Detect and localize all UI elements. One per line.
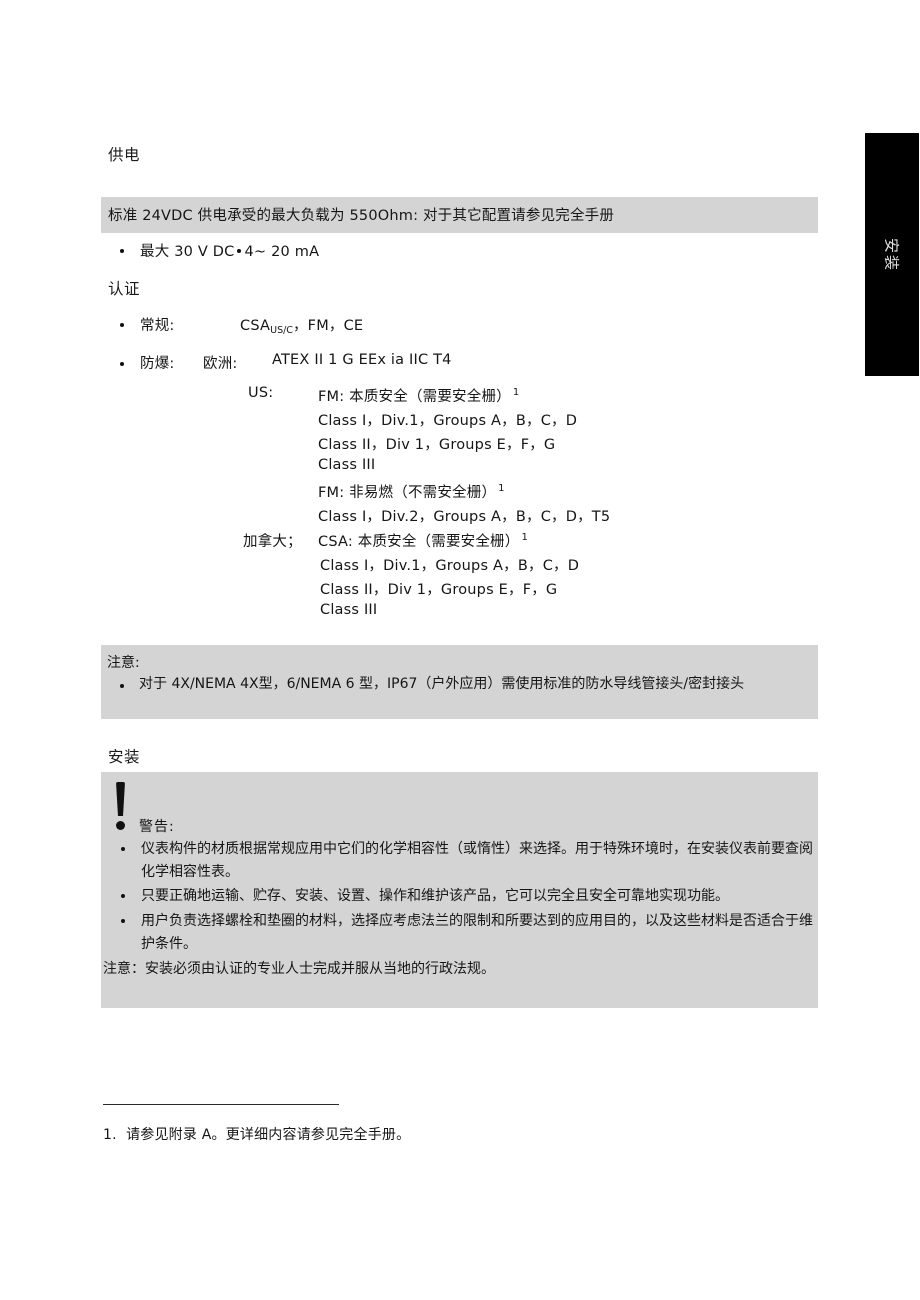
footnote-marker: 1 xyxy=(512,387,520,398)
cert-us-line-1: Class I，Div.1，Groups A，B，C，D xyxy=(318,413,578,429)
power-bullet-a: 最大 30 V DC xyxy=(140,244,235,260)
cert-canada-line-2: Class III xyxy=(320,602,378,618)
document-page: 安装 供电 标准 24VDC 供电承受的最大负载为 550Ohm: 对于其它配置… xyxy=(0,0,920,1300)
cert-canada-head-text: CSA: 本质安全（需要安全栅） xyxy=(318,534,520,550)
cert-europe-value: ATEX II 1 G EEx ia IIC T4 xyxy=(272,352,452,368)
side-tab: 安装 xyxy=(865,133,919,376)
cert-general-suffix: ，FM，CE xyxy=(292,318,364,334)
warning-item: 用户负责选择螺栓和垫圈的材料，选择应考虑法兰的限制和所要达到的应用目的，以及这些… xyxy=(117,910,817,956)
warning-title: 警告: xyxy=(139,819,175,835)
power-spec-band: 标准 24VDC 供电承受的最大负载为 550Ohm: 对于其它配置请参见完全手… xyxy=(101,197,818,233)
cert-us-line-0: FM: 本质安全（需要安全栅） 1 xyxy=(318,385,520,406)
cert-ex-label: 防爆: xyxy=(140,356,175,372)
footnote-rule xyxy=(103,1104,339,1105)
cert-us-line-0-text: FM: 本质安全（需要安全栅） xyxy=(318,389,511,405)
warning-list: 仪表构件的材质根据常规应用中它们的化学相容性（或惰性）来选择。用于特殊环境时，在… xyxy=(117,838,817,957)
cert-us-line-4-text: FM: 非易燃（不需安全栅） xyxy=(318,485,497,501)
cert-us-line-5: Class I，Div.2，Groups A，B，C，D，T5 xyxy=(318,509,611,525)
bullet-cert-general xyxy=(120,323,124,327)
section-heading-power: 供电 xyxy=(108,146,141,164)
cert-canada-head: CSA: 本质安全（需要安全栅） 1 xyxy=(318,530,529,551)
side-tab-label: 安装 xyxy=(882,237,901,272)
footnote-marker: 1 xyxy=(521,532,529,543)
cert-us-line-3: Class III xyxy=(318,457,376,473)
cert-canada-line-0: Class I，Div.1，Groups A，B，C，D xyxy=(320,558,580,574)
warning-item: 仪表构件的材质根据常规应用中它们的化学相容性（或惰性）来选择。用于特殊环境时，在… xyxy=(117,838,817,884)
power-bullet-b: 4~ 20 mA xyxy=(244,244,320,260)
warning-footer: 注意：安装必须由认证的专业人士完成并服从当地的行政法规。 xyxy=(103,961,495,977)
warning-box: 警告: 仪表构件的材质根据常规应用中它们的化学相容性（或惰性）来选择。用于特殊环… xyxy=(101,772,818,1008)
section-heading-install: 安装 xyxy=(108,748,141,766)
cert-us-label: US: xyxy=(248,385,274,401)
cert-europe-label: 欧洲: xyxy=(203,356,238,372)
inline-bullet-icon xyxy=(236,249,241,253)
cert-csa-subscript: US/C xyxy=(270,325,293,336)
footnote-line: 1. 请参见附录 A。更详细内容请参见完全手册。 xyxy=(103,1124,410,1144)
cert-csa-text: CSA xyxy=(240,318,271,334)
footnote-number: 1. xyxy=(103,1127,117,1143)
section-heading-cert: 认证 xyxy=(108,280,141,298)
cert-general-value: CSAUS/C，FM，CE xyxy=(240,314,364,336)
cert-general-label: 常规: xyxy=(140,318,175,334)
cert-us-line-2: Class II，Div 1，Groups E，F，G xyxy=(318,437,556,453)
warning-item: 只要正确地运输、贮存、安装、设置、操作和维护该产品，它可以完全且安全可靠地实现功… xyxy=(117,885,817,908)
cert-canada-line-1: Class II，Div 1，Groups E，F，G xyxy=(320,582,558,598)
footnote-marker: 1 xyxy=(498,483,505,494)
footnote-text: 请参见附录 A。更详细内容请参见完全手册。 xyxy=(126,1127,411,1143)
note-bullet xyxy=(120,684,124,688)
note-box: 注意: 对于 4X/NEMA 4X型，6/NEMA 6 型，IP67（户外应用）… xyxy=(101,645,818,719)
cert-canada-label: 加拿大； xyxy=(243,534,302,550)
bullet-cert-ex xyxy=(120,362,124,366)
exclamation-icon xyxy=(111,782,131,834)
bullet-power xyxy=(120,249,124,253)
note-title: 注意: xyxy=(107,655,140,671)
note-body: 对于 4X/NEMA 4X型，6/NEMA 6 型，IP67（户外应用）需使用标… xyxy=(139,676,745,692)
power-bullet-row: 最大 30 V DC 4~ 20 mA xyxy=(140,240,319,261)
power-spec-text: 标准 24VDC 供电承受的最大负载为 550Ohm: 对于其它配置请参见完全手… xyxy=(108,208,615,224)
cert-us-line-4: FM: 非易燃（不需安全栅） 1 xyxy=(318,481,505,502)
